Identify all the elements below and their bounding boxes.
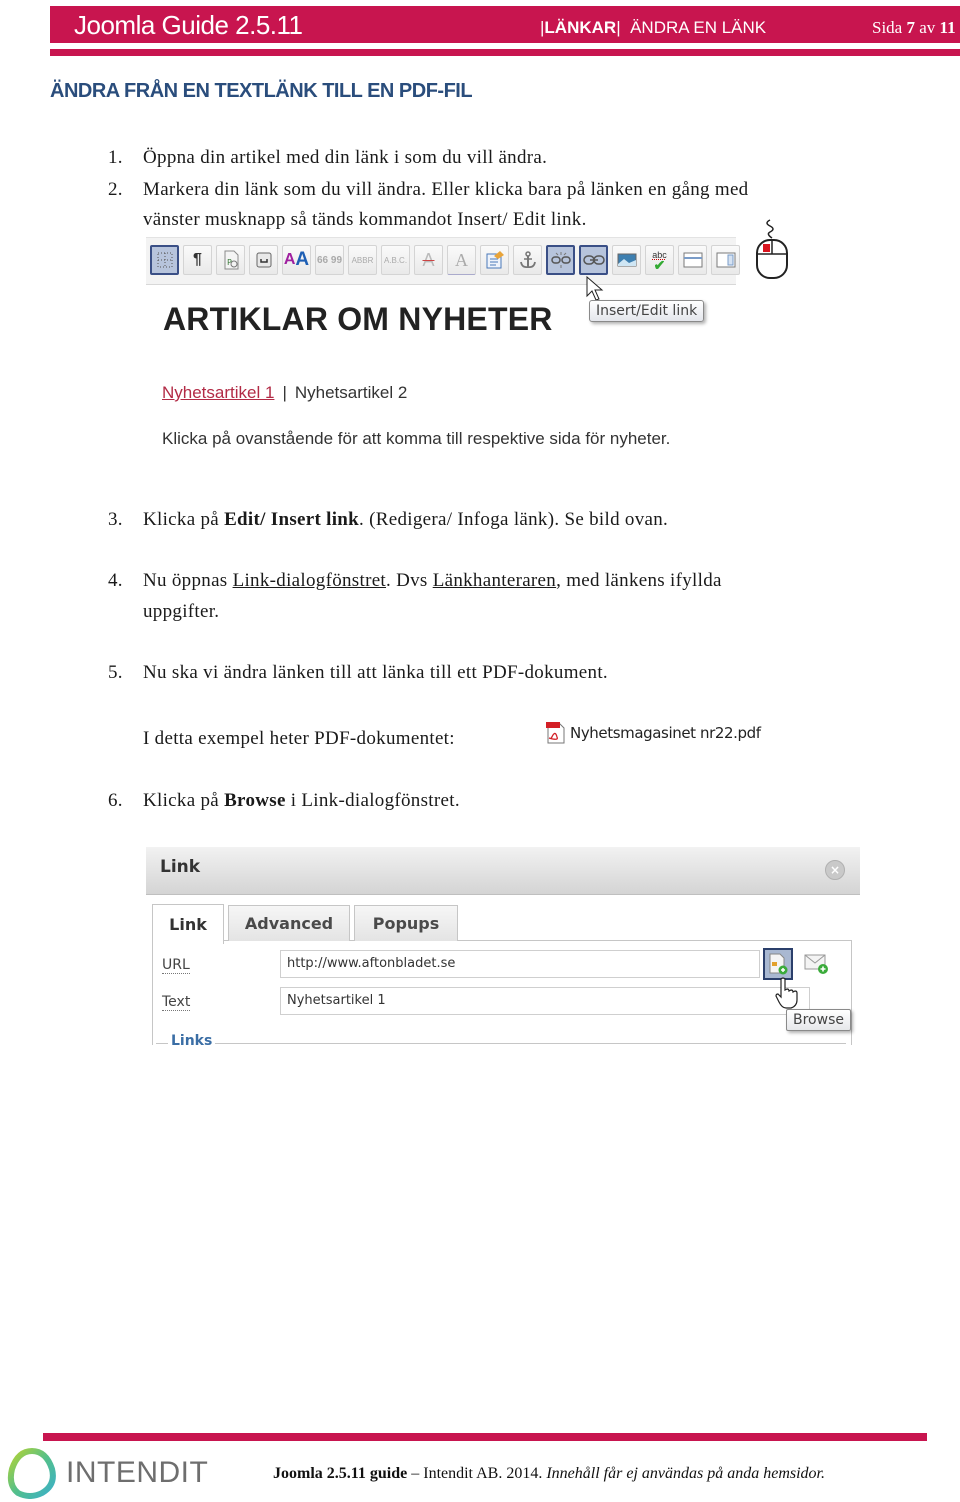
- anchor-icon[interactable]: [513, 245, 542, 275]
- intendit-logo-icon: [7, 1447, 56, 1499]
- text-color-icon[interactable]: A: [447, 245, 476, 275]
- page-prefix: Sida: [872, 18, 903, 37]
- link-dialog-screenshot: Link × Link Advanced Popups URL http://w…: [146, 847, 860, 1045]
- header-divider: [50, 49, 960, 56]
- close-icon[interactable]: ×: [825, 860, 845, 880]
- step-text-post: i Link-dialogfönstret.: [285, 790, 460, 811]
- mouse-pointer-icon: [586, 276, 604, 301]
- editor-screenshot: ¶ P AA 66 99 ABBR A.B.C. A A abc ✔ ARTIK…: [146, 237, 740, 457]
- article-link-1[interactable]: Nyhetsartikel 1: [162, 383, 274, 402]
- page-number: Sida 7 av 11: [872, 18, 956, 38]
- url-input[interactable]: http://www.aftonbladet.se: [280, 950, 760, 978]
- footer-dash: –: [407, 1465, 424, 1482]
- dialog-titlebar: Link ×: [146, 847, 860, 895]
- step-text: Klicka på Edit/ Insert link. (Redigera/ …: [143, 504, 903, 535]
- step-text: Öppna din artikel med din länk i som du …: [143, 147, 548, 168]
- visual-aid-icon[interactable]: [150, 245, 179, 275]
- article-description: Klicka på ovanstående för att komma till…: [162, 429, 671, 448]
- hand-pointer-icon: [775, 977, 798, 1009]
- article-links: Nyhetsartikel 1 | Nyhetsartikel 2: [162, 383, 407, 403]
- insert-email-icon[interactable]: [803, 951, 831, 975]
- article-link-2[interactable]: Nyhetsartikel 2: [295, 383, 407, 402]
- footer-notice: Innehåll får ej användas på anda hemsido…: [546, 1465, 825, 1482]
- footer-copyright: Joomla 2.5.11 guide – Intendit AB. 2014.…: [273, 1465, 825, 1483]
- subsection-name: ÄNDRA EN LÄNK: [630, 18, 767, 37]
- step-number: 2.: [108, 179, 123, 200]
- tab-advanced[interactable]: Advanced: [228, 905, 350, 941]
- template-icon[interactable]: P: [216, 245, 245, 275]
- link-dialog-term: Link-dialogfönstret: [232, 570, 387, 591]
- pilcrow-icon[interactable]: ¶: [183, 245, 212, 275]
- link-manager-term: Länkhanteraren: [432, 570, 557, 591]
- acronym-icon[interactable]: A.B.C.: [381, 245, 410, 275]
- step-number: 4.: [108, 570, 123, 591]
- pdf-file-name: Nyhetsmagasinet nr22.pdf: [570, 724, 761, 742]
- text-label: Text: [162, 994, 191, 1011]
- footer-guide-title: Joomla 2.5.11 guide: [273, 1465, 408, 1482]
- styles-icon[interactable]: AA: [282, 245, 311, 275]
- step-text: uppgifter.: [143, 601, 220, 622]
- section-name: LÄNKAR: [544, 18, 617, 37]
- pdf-file-icon: [546, 722, 565, 744]
- page-header: Joomla Guide 2.5.11 |LÄNKAR| ÄNDRA EN LÄ…: [50, 6, 960, 43]
- guide-title: Joomla Guide 2.5.11: [74, 10, 303, 40]
- layer-icon[interactable]: [711, 245, 740, 275]
- insert-layer-icon[interactable]: [249, 245, 278, 275]
- mouse-left-click-icon: [756, 219, 788, 279]
- intendit-logo: INTENDIT: [6, 1447, 208, 1499]
- step-text-pre: Nu öppnas: [143, 570, 233, 591]
- tab-link[interactable]: Link: [152, 904, 224, 944]
- step-text: I detta exempel heter PDF-dokumentet:: [143, 728, 455, 749]
- step-text-bold: Edit/ Insert link: [224, 509, 360, 530]
- tab-popups[interactable]: Popups: [354, 905, 458, 941]
- editor-toolbar: ¶ P AA 66 99 ABBR A.B.C. A A abc ✔: [146, 237, 740, 285]
- link-separator: |: [282, 383, 287, 402]
- unlink-icon[interactable]: [546, 245, 575, 275]
- url-label: URL: [162, 957, 190, 974]
- article-heading: ARTIKLAR OM NYHETER: [163, 301, 553, 337]
- strikethrough-icon[interactable]: A: [414, 245, 443, 275]
- links-fieldset-legend: Links: [168, 1033, 216, 1045]
- step-text-post: , med länkens ifyllda: [556, 570, 722, 591]
- checkmark-icon: ✔: [653, 257, 666, 273]
- attributes-icon[interactable]: [480, 245, 509, 275]
- links-fieldset-border: [156, 1043, 846, 1044]
- step-number: 5.: [108, 662, 123, 683]
- link-icon[interactable]: [579, 245, 608, 275]
- pdf-file-example: Nyhetsmagasinet nr22.pdf: [545, 721, 761, 745]
- step-text: Nu ska vi ändra länken till att länka ti…: [143, 662, 608, 683]
- step-number: 6.: [108, 790, 123, 811]
- step-number: 3.: [108, 509, 123, 530]
- step-text-post: . (Redigera/ Infoga länk). Se bild ovan.: [359, 509, 669, 530]
- page-current: 7: [906, 18, 915, 37]
- step-text: Nu öppnas Link-dialogfönstret. Dvs Länkh…: [143, 565, 903, 596]
- step-number: 1.: [108, 147, 123, 168]
- step-text-pre: Klicka på: [143, 509, 225, 530]
- step-text: Markera din länk som du vill ändra. Elle…: [143, 179, 749, 200]
- insert-edit-link-tooltip: Insert/Edit link: [589, 300, 705, 322]
- step-text-pre: Klicka på: [143, 790, 225, 811]
- intendit-logo-text: INTENDIT: [66, 1456, 209, 1489]
- page-title: ÄNDRA FRÅN EN TEXTLÄNK TILL EN PDF-FIL: [50, 80, 473, 102]
- footer-company: Intendit AB. 2014.: [423, 1465, 547, 1482]
- browse-file-icon: [769, 953, 788, 975]
- footer-divider: [43, 1433, 927, 1441]
- browse-button[interactable]: [763, 948, 793, 980]
- section-label: |LÄNKAR| ÄNDRA EN LÄNK: [540, 18, 767, 37]
- abbr-icon[interactable]: ABBR: [348, 245, 377, 275]
- image-icon[interactable]: [612, 245, 641, 275]
- spellcheck-icon[interactable]: abc ✔: [645, 245, 674, 275]
- quote-icon[interactable]: 66 99: [315, 245, 344, 275]
- step-text-bold: Browse: [224, 790, 286, 811]
- step-text: Klicka på Browse i Link-dialogfönstret.: [143, 785, 903, 816]
- dialog-title: Link: [160, 857, 201, 877]
- horizontal-rule-icon[interactable]: [678, 245, 707, 275]
- page-sep: av: [919, 18, 936, 37]
- browse-tooltip: Browse: [786, 1009, 851, 1031]
- step-text-mid: . Dvs: [386, 570, 433, 591]
- text-input[interactable]: Nyhetsartikel 1: [280, 987, 810, 1015]
- page-total: 11: [939, 18, 956, 37]
